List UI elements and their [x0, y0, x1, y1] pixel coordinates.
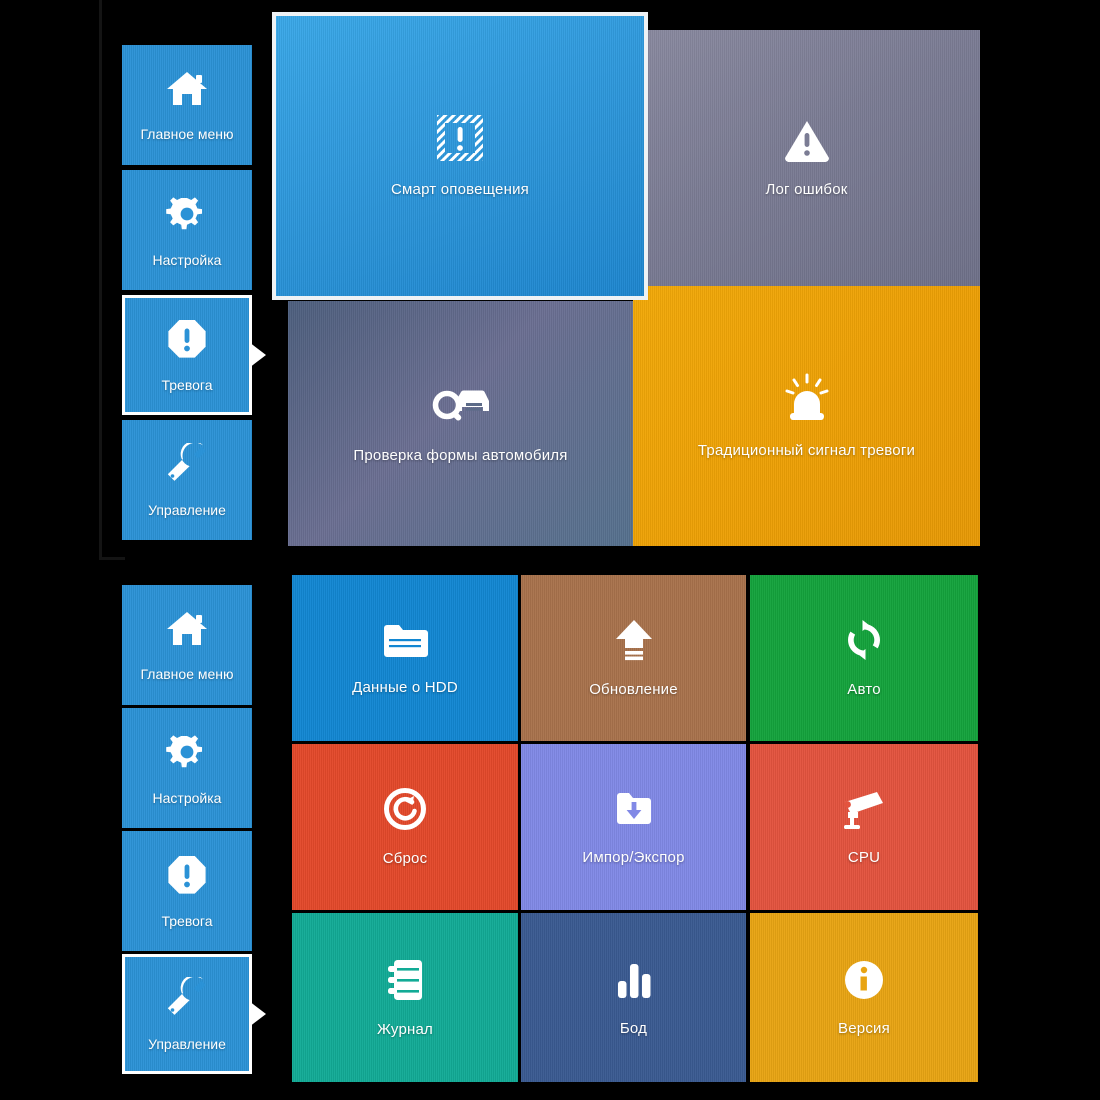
- sidebar-item-label: Главное меню: [140, 125, 234, 142]
- tile-update[interactable]: Обновление: [521, 575, 746, 741]
- wrench-icon: [164, 974, 210, 1024]
- tile-version[interactable]: Версия: [750, 913, 978, 1082]
- tile-journal[interactable]: Журнал: [292, 913, 518, 1082]
- gear-icon: [166, 731, 208, 778]
- alarm-octagon-icon: [166, 854, 208, 901]
- sidebar-item-label: Главное меню: [140, 665, 234, 682]
- bezel-edge-bottom: [99, 557, 125, 560]
- tile-label: Журнал: [377, 1020, 433, 1038]
- sidebar-item-management-2[interactable]: Управление: [122, 954, 266, 1074]
- sidebar-item-settings[interactable]: Настройка: [122, 170, 252, 290]
- warning-triangle-icon: [783, 118, 831, 167]
- tile-label: Бод: [619, 1019, 648, 1037]
- folder-icon: [382, 620, 428, 665]
- tile-label: Сброс: [382, 850, 428, 867]
- refresh-icon: [842, 618, 886, 667]
- sidebar-item-label: Управление: [148, 1035, 226, 1052]
- tile-smart-alerts[interactable]: Смарт оповещения: [272, 12, 648, 300]
- home-icon: [165, 69, 209, 114]
- reset-circle-icon: [383, 787, 427, 836]
- folder-download-icon: [613, 788, 655, 835]
- sidebar-item-management[interactable]: Управление: [122, 420, 252, 540]
- siren-icon: [780, 373, 834, 428]
- tile-cpu[interactable]: CPU: [750, 744, 978, 910]
- upload-arrow-icon: [612, 618, 656, 667]
- info-circle-icon: [843, 959, 885, 1006]
- sidebar-item-alarm[interactable]: Тревога: [122, 295, 266, 415]
- tile-label: Смарт оповещения: [391, 181, 529, 198]
- alarm-octagon-icon: [166, 318, 208, 365]
- wrench-icon: [164, 440, 210, 490]
- home-icon: [165, 609, 209, 654]
- selection-pointer-icon: [249, 342, 266, 368]
- bar-chart-icon: [613, 959, 655, 1006]
- sidebar-item-main-menu[interactable]: Главное меню: [122, 45, 252, 165]
- tile-label: Версия: [838, 1019, 890, 1037]
- car-search-icon: [430, 384, 492, 433]
- tile-auto[interactable]: Авто: [750, 575, 978, 741]
- sidebar-item-alarm-2[interactable]: Тревога: [122, 831, 252, 951]
- sidebar-item-label: Настройка: [152, 251, 222, 268]
- gear-icon: [166, 193, 208, 240]
- tile-label: Проверка формы автомобиля: [353, 446, 568, 464]
- tile-label: Авто: [847, 681, 881, 698]
- tile-import-export[interactable]: Импор/Экспор: [521, 744, 746, 910]
- tile-reset[interactable]: Сброс: [292, 744, 518, 910]
- tile-vehicle-shape-check[interactable]: Проверка формы автомобиля: [288, 301, 633, 546]
- sidebar-item-main-menu-2[interactable]: Главное меню: [122, 585, 252, 705]
- dvr-screen: Главное меню Настройка Тревога Управлени…: [0, 0, 1100, 1100]
- tile-label: CPU: [847, 849, 881, 866]
- tile-label: Данные о HDD: [352, 679, 458, 696]
- bezel-edge-left: [99, 0, 102, 560]
- tile-error-log[interactable]: Лог ошибок: [633, 30, 980, 286]
- camera-icon: [839, 788, 889, 835]
- smart-alert-icon: [436, 114, 484, 167]
- tile-traditional-alarm[interactable]: Традиционный сигнал тревоги: [633, 286, 980, 546]
- selection-pointer-icon: [249, 1001, 266, 1027]
- tile-label: Лог ошибок: [765, 181, 848, 198]
- sidebar-item-label: Управление: [148, 501, 226, 518]
- tile-label: Импор/Экспор: [582, 849, 685, 866]
- tile-baud[interactable]: Бод: [521, 913, 746, 1082]
- log-book-icon: [384, 958, 426, 1007]
- sidebar-item-label: Тревога: [161, 912, 213, 929]
- sidebar-item-label: Тревога: [161, 376, 213, 393]
- tile-label: Обновление: [589, 681, 678, 698]
- tile-hdd-info[interactable]: Данные о HDD: [292, 575, 518, 741]
- sidebar-item-settings-2[interactable]: Настройка: [122, 708, 252, 828]
- tile-label: Традиционный сигнал тревоги: [697, 442, 916, 459]
- sidebar-item-label: Настройка: [152, 789, 222, 806]
